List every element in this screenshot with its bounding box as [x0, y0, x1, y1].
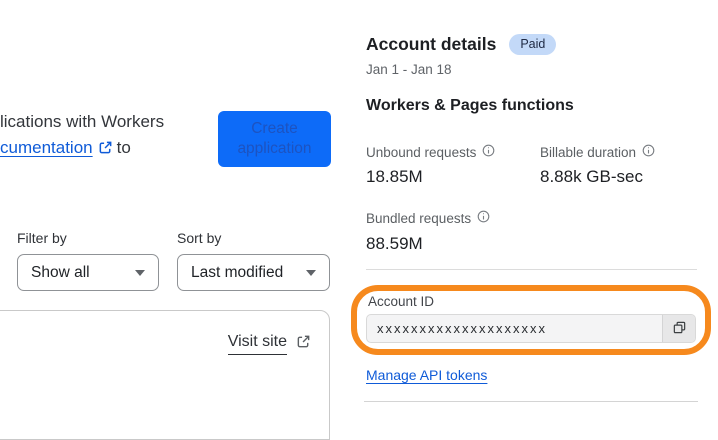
metric-value-billable: 8.88k GB-sec: [540, 167, 643, 186]
sort-by-label: Sort by: [177, 230, 222, 246]
info-icon[interactable]: [642, 144, 655, 160]
account-id-input[interactable]: [367, 315, 662, 342]
dashboard-page: { "colors": { "accent_blue": "#0d6bf8", …: [0, 0, 718, 440]
chevron-down-icon: [135, 269, 145, 276]
plan-badge: Paid: [509, 34, 557, 55]
date-range: Jan 1 - Jan 18: [366, 62, 452, 77]
documentation-link[interactable]: cumentation: [0, 138, 93, 157]
intro-text: lications with Workers cumentation to: [0, 109, 164, 163]
application-card: Visit site: [0, 310, 330, 440]
divider: [364, 401, 698, 402]
info-icon[interactable]: [477, 210, 490, 226]
visit-site-label: Visit site: [227, 333, 287, 355]
create-application-button[interactable]: Create application: [218, 111, 331, 167]
copy-icon: [672, 320, 687, 338]
sort-dropdown-value: Last modified: [191, 263, 284, 281]
metric-value-unbound: 18.85M: [366, 167, 423, 186]
manage-api-tokens-link[interactable]: Manage API tokens: [366, 367, 487, 383]
workers-pages-section-title: Workers & Pages functions: [366, 97, 574, 114]
intro-line2-rest: to: [116, 138, 131, 157]
visit-site-link[interactable]: Visit site: [227, 333, 311, 355]
account-details-header: Account details Paid: [366, 34, 557, 55]
external-link-icon: [98, 137, 113, 163]
metric-label-unbound: Unbound requests: [366, 144, 495, 160]
filter-by-label: Filter by: [17, 230, 67, 246]
info-icon[interactable]: [482, 144, 495, 160]
metric-label-bundled: Bundled requests: [366, 210, 490, 226]
chevron-down-icon: [306, 269, 316, 276]
copy-button[interactable]: [662, 315, 695, 342]
metric-label-billable: Billable duration: [540, 144, 655, 160]
sort-dropdown[interactable]: Last modified: [177, 254, 330, 291]
divider: [366, 269, 697, 270]
intro-line1: lications with Workers: [0, 112, 165, 131]
account-details-title: Account details: [366, 34, 497, 54]
filter-dropdown-value: Show all: [31, 263, 90, 281]
account-id-field-group: [366, 314, 696, 343]
account-id-label: Account ID: [368, 294, 435, 309]
metric-value-bundled: 88.59M: [366, 234, 423, 253]
external-link-icon: [296, 334, 311, 354]
filter-dropdown[interactable]: Show all: [17, 254, 159, 291]
